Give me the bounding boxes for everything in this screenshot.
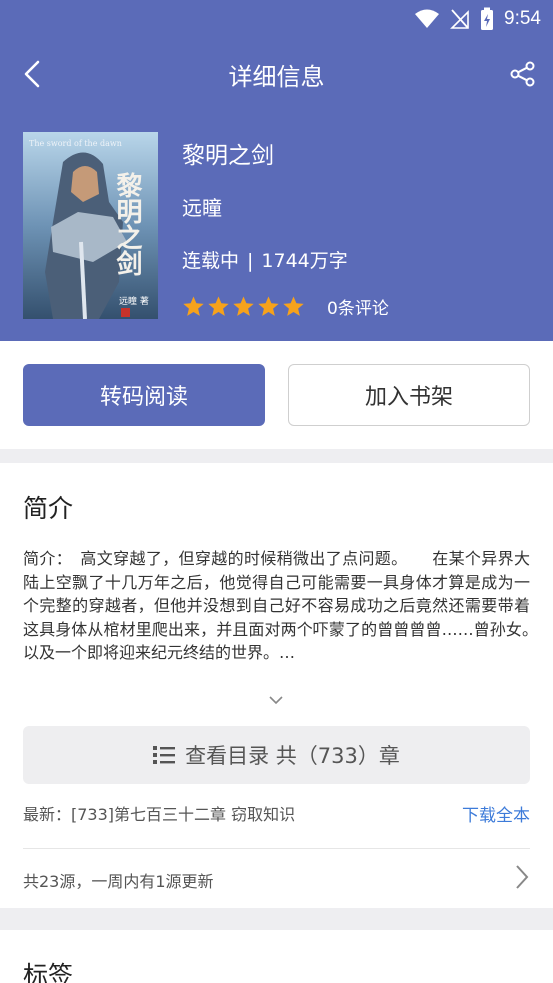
wifi-icon: [415, 9, 440, 28]
cover-chinese-title: 黎明之剑: [112, 171, 142, 276]
share-button[interactable]: [505, 56, 541, 92]
status-bar: 9:54: [0, 0, 553, 38]
app-bar: 详细信息: [0, 38, 553, 110]
cover-english-title: The sword of the dawn: [29, 139, 122, 148]
rating-stars: [182, 295, 305, 318]
battery-charging-icon: [481, 7, 494, 30]
star-icon: [283, 296, 304, 316]
rating: 0条评论: [182, 294, 389, 319]
sources-arrow-button[interactable]: [511, 862, 533, 892]
tags-section: 标签: [0, 930, 553, 983]
share-icon: [510, 61, 535, 87]
action-bar: 转码阅读 加入书架: [0, 341, 553, 449]
book-title: 黎明之剑: [182, 143, 274, 169]
status-icons: 9:54: [414, 6, 541, 32]
intro-heading: 简介: [23, 494, 74, 523]
transcode-read-button[interactable]: 转码阅读: [23, 364, 265, 426]
list-icon: [153, 746, 176, 764]
sources-text[interactable]: 共23源，一周内有1源更新: [23, 868, 214, 892]
add-to-shelf-button[interactable]: 加入书架: [288, 364, 530, 426]
star-icon: [183, 296, 204, 316]
download-all-link[interactable]: 下载全本: [462, 801, 530, 826]
book-cover[interactable]: The sword of the dawn 黎明之剑 远瞳 著: [23, 132, 158, 319]
divider: [23, 848, 530, 849]
no-signal-icon: [450, 9, 469, 29]
star-icon: [233, 296, 254, 316]
intro-text: 简介： 高文穿越了，但穿越的时候稍微出了点问题。 在某个异界大陆上空飘了十几万年…: [23, 549, 553, 662]
review-count[interactable]: 0条评论: [327, 294, 389, 319]
book-header: The sword of the dawn 黎明之剑 远瞳 著 黎明之剑 远瞳 …: [0, 110, 553, 341]
page-title: 详细信息: [228, 63, 325, 91]
status-separator: |: [247, 250, 254, 272]
chevron-down-icon: [269, 696, 283, 705]
serial-status: 连载中: [182, 250, 240, 272]
star-icon: [208, 296, 229, 316]
tags-heading: 标签: [23, 961, 74, 983]
book-author[interactable]: 远瞳: [182, 192, 222, 221]
toc-label: 查看目录 共（733）章: [185, 744, 400, 768]
word-count: 1744万字: [261, 250, 348, 272]
view-toc-button[interactable]: 查看目录 共（733）章: [23, 726, 530, 784]
cover-illustration: The sword of the dawn 黎明之剑 远瞳 著: [23, 132, 158, 319]
book-status-line: 连载中 | 1744万字: [182, 246, 348, 273]
status-time: 9:54: [504, 8, 541, 29]
expand-intro-button[interactable]: [262, 691, 290, 709]
latest-chapter[interactable]: 最新：[733]第七百三十二章 窃取知识: [23, 801, 295, 825]
star-icon: [258, 296, 279, 316]
cover-author-mark: 远瞳 著: [119, 295, 149, 307]
chevron-right-icon: [516, 865, 529, 889]
intro-section: 简介 简介： 高文穿越了，但穿越的时候稍微出了点问题。 在某个异界大陆上空飘了十…: [0, 463, 553, 908]
